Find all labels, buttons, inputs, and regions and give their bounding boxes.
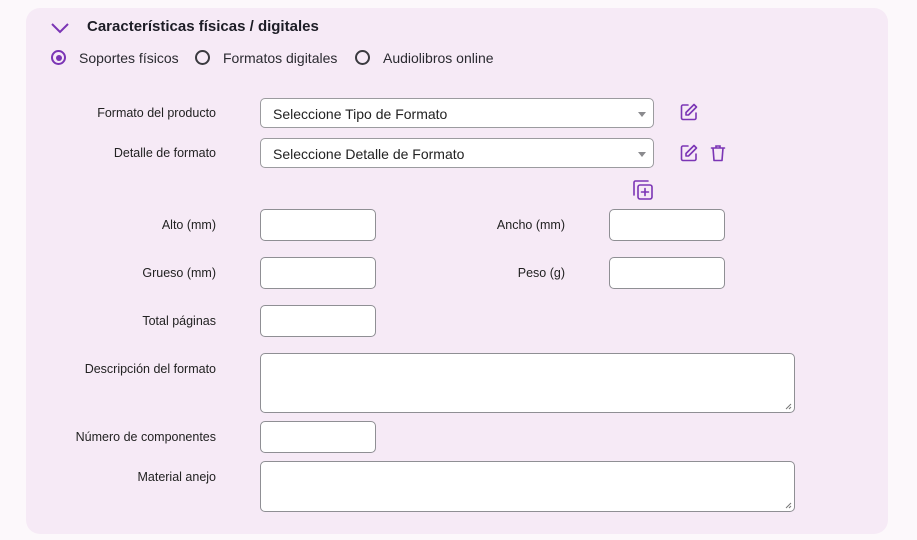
width-label: Ancho (mm) [496, 218, 565, 232]
thickness-input[interactable] [260, 257, 376, 289]
resize-grip-icon[interactable] [784, 501, 792, 509]
resize-grip-icon[interactable] [784, 402, 792, 410]
detail-label: Detalle de formato [113, 146, 216, 160]
format-select-value: Seleccione Tipo de Formato [273, 106, 448, 122]
radio-label-physical[interactable]: Soportes físicos [79, 50, 179, 66]
radio-physical-supports[interactable] [51, 50, 66, 65]
components-label: Número de componentes [75, 430, 216, 444]
dropdown-caret-icon [638, 152, 646, 157]
pages-label: Total páginas [142, 314, 216, 328]
add-copy-icon[interactable] [631, 178, 655, 202]
format-label: Formato del producto [97, 106, 216, 120]
weight-label: Peso (g) [517, 266, 565, 280]
components-input[interactable] [260, 421, 376, 453]
detail-select-value: Seleccione Detalle de Formato [273, 146, 465, 162]
description-label: Descripción del formato [84, 362, 216, 376]
material-textarea[interactable] [260, 461, 795, 512]
radio-label-digital[interactable]: Formatos digitales [223, 50, 337, 66]
radio-digital-formats[interactable] [195, 50, 210, 65]
height-input[interactable] [260, 209, 376, 241]
trash-icon[interactable] [708, 143, 728, 163]
radio-label-audiobooks[interactable]: Audiolibros online [383, 50, 494, 66]
description-textarea[interactable] [260, 353, 795, 413]
width-input[interactable] [609, 209, 725, 241]
thickness-label: Grueso (mm) [142, 266, 216, 280]
chevron-down-icon[interactable] [50, 21, 70, 35]
radio-audiobooks-online[interactable] [355, 50, 370, 65]
format-select[interactable]: Seleccione Tipo de Formato [260, 98, 654, 128]
weight-input[interactable] [609, 257, 725, 289]
edit-icon[interactable] [679, 102, 699, 122]
height-label: Alto (mm) [161, 218, 216, 232]
detail-select[interactable]: Seleccione Detalle de Formato [260, 138, 654, 168]
dropdown-caret-icon [638, 112, 646, 117]
material-label: Material anejo [137, 470, 216, 484]
pages-input[interactable] [260, 305, 376, 337]
edit-icon[interactable] [679, 143, 699, 163]
section-title: Características físicas / digitales [87, 18, 319, 35]
